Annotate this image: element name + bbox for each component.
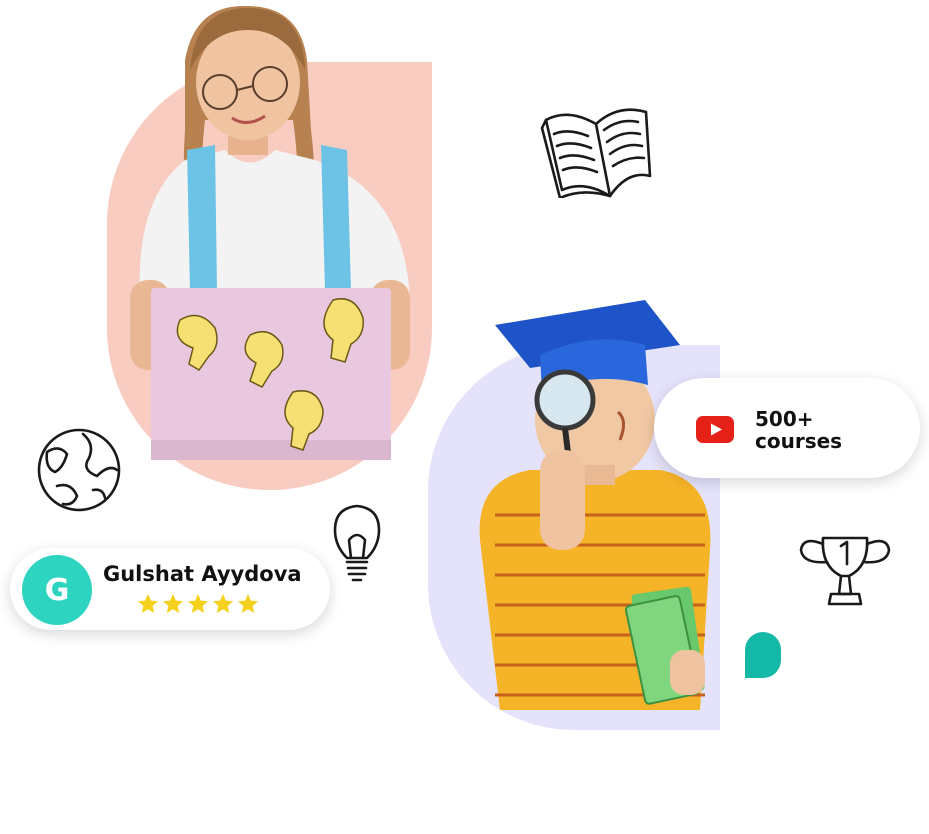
star-icon	[188, 594, 208, 613]
lightbulb-icon	[333, 504, 381, 582]
courses-label: courses	[755, 429, 843, 453]
review-card: G Gulshat Ayydova	[10, 548, 330, 630]
avatar: G	[22, 555, 92, 625]
trophy-icon	[799, 536, 891, 606]
courses-card: 500+ courses	[654, 378, 920, 478]
courses-stat: 500+ courses	[755, 408, 842, 452]
student-girl-photo	[125, 0, 415, 470]
youtube-play-icon	[696, 416, 734, 443]
star-icon	[213, 594, 233, 613]
star-icon	[163, 594, 183, 613]
star-icon	[138, 594, 158, 613]
reviewer-name: Gulshat Ayydova	[103, 562, 302, 586]
globe-icon	[37, 428, 121, 512]
star-rating	[136, 592, 260, 616]
open-book-icon	[540, 108, 652, 198]
teal-accent-shape	[745, 632, 781, 678]
star-icon	[238, 594, 258, 613]
student-boy-photo	[470, 300, 720, 730]
courses-count: 500+	[755, 407, 814, 431]
